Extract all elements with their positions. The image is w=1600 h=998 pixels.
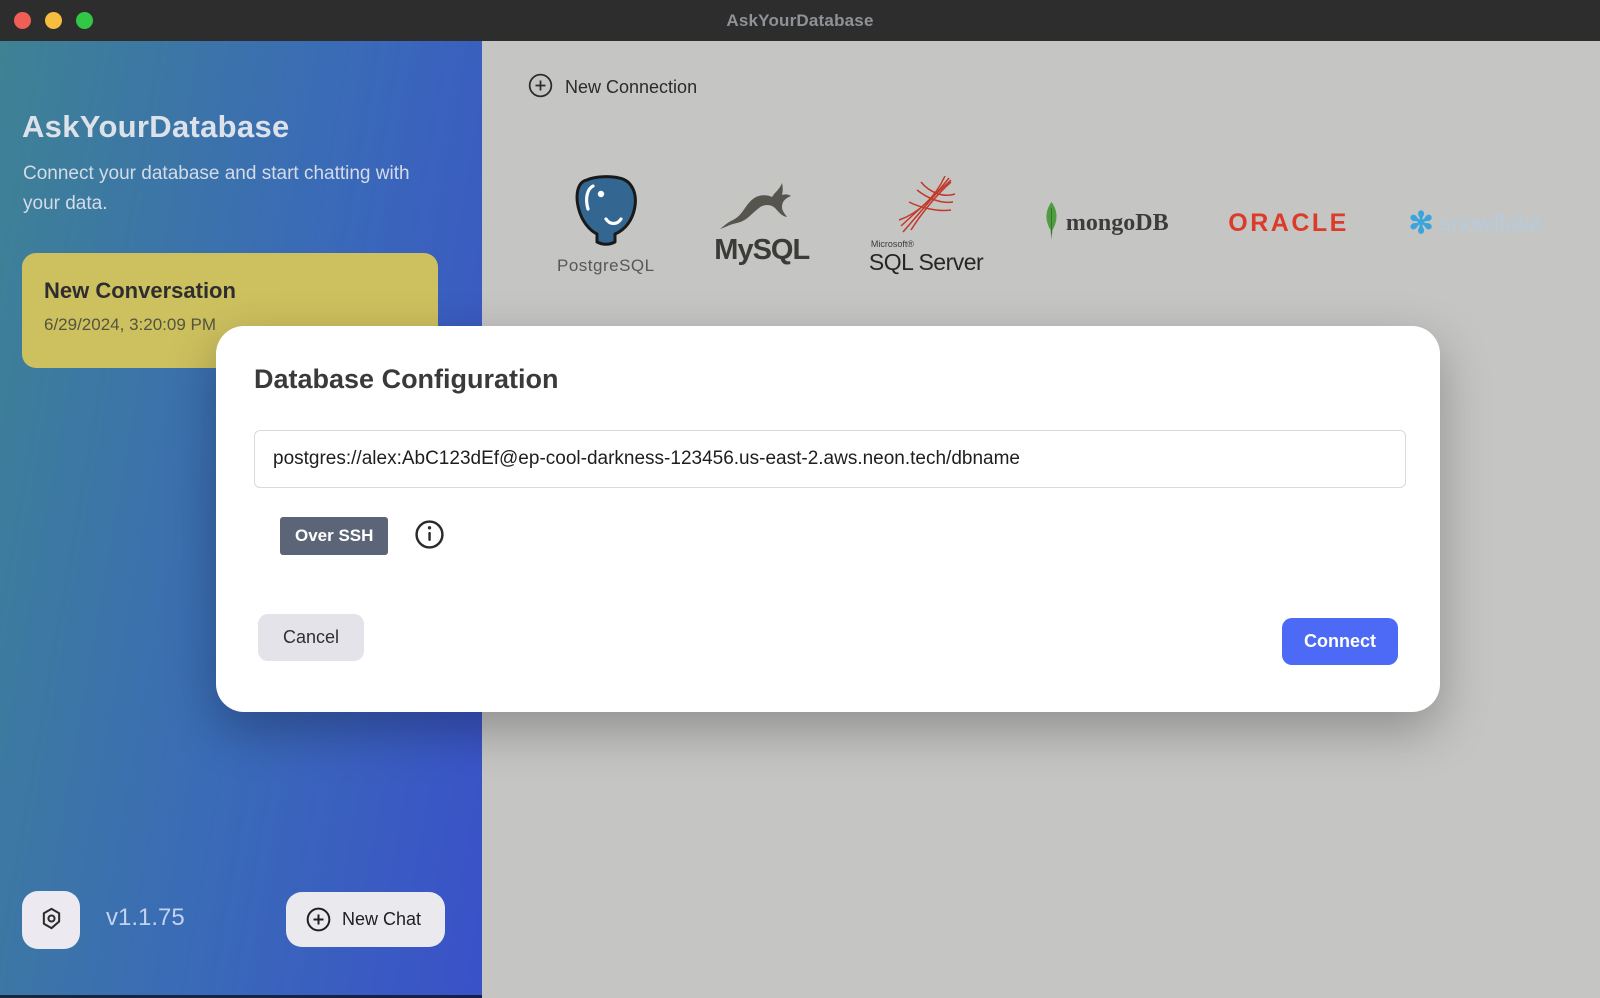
sqlserver-wordmark: SQL Server bbox=[869, 249, 983, 276]
plus-circle-icon bbox=[306, 907, 331, 932]
database-option-mongodb[interactable]: mongoDB bbox=[1043, 202, 1169, 245]
oracle-wordmark: ORACLE bbox=[1228, 209, 1349, 238]
postgresql-elephant-icon bbox=[573, 171, 639, 252]
snowflake-icon: ✻ bbox=[1409, 209, 1434, 239]
new-chat-label: New Chat bbox=[342, 909, 421, 930]
app-subtitle: Connect your database and start chatting… bbox=[23, 159, 443, 219]
gear-icon bbox=[38, 905, 65, 935]
database-configuration-dialog: Database Configuration Over SSH Cancel C… bbox=[216, 326, 1440, 712]
mysql-dolphin-icon bbox=[718, 181, 806, 236]
conversation-title: New Conversation bbox=[44, 278, 416, 304]
database-option-snowflake[interactable]: ✻ snowflake bbox=[1409, 209, 1542, 239]
window-titlebar: AskYourDatabase bbox=[0, 0, 1600, 41]
ssh-info-button[interactable] bbox=[414, 519, 445, 553]
over-ssh-toggle[interactable]: Over SSH bbox=[280, 517, 388, 555]
database-option-mysql[interactable]: MySQL bbox=[714, 181, 809, 267]
new-chat-button[interactable]: New Chat bbox=[286, 892, 445, 947]
database-option-oracle[interactable]: ORACLE bbox=[1228, 209, 1349, 238]
over-ssh-row: Over SSH bbox=[280, 517, 445, 555]
sqlserver-web-icon bbox=[895, 172, 957, 239]
mysql-wordmark: MySQL bbox=[714, 234, 809, 267]
window-controls bbox=[14, 12, 93, 29]
postgresql-wordmark: PostgreSQL bbox=[557, 256, 655, 276]
zoom-window-button[interactable] bbox=[76, 12, 93, 29]
new-connection-label: New Connection bbox=[565, 77, 697, 98]
mongodb-wordmark: mongoDB bbox=[1066, 210, 1169, 237]
app-version: v1.1.75 bbox=[106, 904, 185, 932]
new-connection-button[interactable]: New Connection bbox=[528, 73, 697, 101]
connection-string-input[interactable] bbox=[254, 430, 1406, 488]
connect-button[interactable]: Connect bbox=[1282, 618, 1398, 665]
cancel-button[interactable]: Cancel bbox=[258, 614, 364, 661]
settings-button[interactable] bbox=[22, 891, 80, 949]
window-title: AskYourDatabase bbox=[726, 11, 873, 31]
close-window-button[interactable] bbox=[14, 12, 31, 29]
minimize-window-button[interactable] bbox=[45, 12, 62, 29]
app-title: AskYourDatabase bbox=[22, 109, 290, 145]
plus-circle-icon bbox=[528, 73, 553, 101]
askyourdatabase-window: AskYourDatabase AskYourDatabase Connect … bbox=[0, 0, 1600, 998]
info-circle-icon bbox=[414, 519, 445, 553]
database-logo-row: PostgreSQL MySQL bbox=[557, 171, 1542, 276]
mongodb-leaf-icon bbox=[1043, 202, 1060, 245]
database-option-postgresql[interactable]: PostgreSQL bbox=[557, 171, 655, 276]
snowflake-wordmark: snowflake bbox=[1440, 210, 1542, 237]
database-option-sqlserver[interactable]: Microsoft® SQL Server bbox=[869, 172, 983, 276]
dialog-title: Database Configuration bbox=[254, 364, 559, 395]
microsoft-brand-text: Microsoft® bbox=[871, 239, 914, 249]
